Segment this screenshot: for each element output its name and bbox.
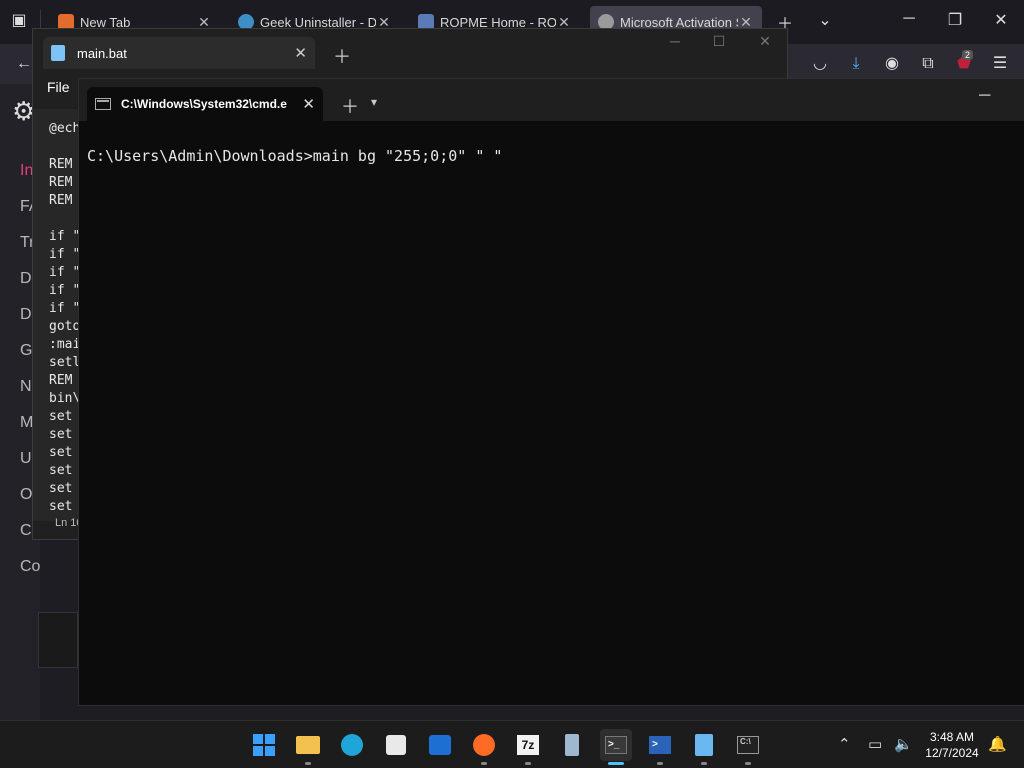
code-line: if " bbox=[49, 301, 81, 316]
code-line: REM bbox=[49, 157, 73, 172]
page-panel bbox=[38, 612, 78, 668]
maximize-icon[interactable]: ☐ bbox=[699, 33, 739, 50]
taskbar-app-edge[interactable] bbox=[336, 729, 368, 761]
code-line: set bbox=[49, 499, 73, 514]
code-line: set bbox=[49, 409, 73, 424]
code-line: @ech bbox=[49, 121, 81, 136]
taskbar-app-recycle-bin[interactable] bbox=[556, 729, 588, 761]
menu-icon[interactable]: ☰ bbox=[988, 52, 1012, 76]
notepad-titlebar: main.bat ✕ ＋ ─ ☐ ✕ bbox=[33, 29, 787, 75]
close-window-icon[interactable]: ✕ bbox=[986, 10, 1016, 30]
extensions-icon[interactable]: ⧉ bbox=[916, 52, 940, 76]
taskbar-app-7zip[interactable]: 7z bbox=[512, 729, 544, 761]
code-line: if " bbox=[49, 247, 81, 262]
terminal-titlebar: C:\Windows\System32\cmd.e ✕ ＋ ▾ ─ bbox=[79, 79, 1024, 121]
network-icon[interactable]: ▭ bbox=[868, 735, 882, 753]
clock[interactable]: 3:48 AM 12/7/2024 bbox=[920, 729, 984, 761]
clock-date: 12/7/2024 bbox=[925, 746, 979, 760]
restore-icon[interactable]: ❐ bbox=[940, 10, 970, 30]
sidebar-item[interactable]: G bbox=[20, 342, 32, 360]
store-icon bbox=[386, 735, 406, 755]
code-line: set bbox=[49, 481, 73, 496]
terminal-tab[interactable]: C:\Windows\System32\cmd.e ✕ bbox=[87, 87, 323, 121]
menu-file[interactable]: File bbox=[47, 79, 70, 95]
tab-overview-icon[interactable]: ▣ bbox=[4, 10, 34, 30]
account-icon[interactable]: ◉ bbox=[880, 52, 904, 76]
recycle-bin-icon bbox=[565, 734, 579, 756]
sidebar-item[interactable]: D bbox=[20, 306, 32, 324]
taskbar-app-store[interactable] bbox=[380, 729, 412, 761]
code-line: :mai bbox=[49, 337, 81, 352]
notepad-tab-title: main.bat bbox=[77, 45, 127, 61]
code-line: if " bbox=[49, 283, 81, 298]
close-icon[interactable]: ✕ bbox=[294, 44, 307, 62]
sidebar-item[interactable]: O bbox=[20, 486, 32, 504]
taskbar-app-file-explorer[interactable] bbox=[292, 729, 324, 761]
close-window-icon[interactable]: ✕ bbox=[745, 33, 785, 50]
chevron-up-icon[interactable]: ⌃ bbox=[838, 735, 851, 753]
minimize-icon[interactable]: ─ bbox=[894, 10, 924, 28]
windows-icon bbox=[253, 734, 275, 756]
taskbar-app-powershell[interactable]: > bbox=[644, 729, 676, 761]
terminal-window: C:\Windows\System32\cmd.e ✕ ＋ ▾ ─ C:\Use… bbox=[78, 78, 1024, 706]
taskbar-app-firefox[interactable] bbox=[468, 729, 500, 761]
notepad-tab[interactable]: main.bat ✕ bbox=[43, 37, 315, 69]
taskbar-app-notepad[interactable] bbox=[688, 729, 720, 761]
7zip-icon: 7z bbox=[517, 735, 539, 755]
code-line: set bbox=[49, 427, 73, 442]
sidebar-item[interactable]: D bbox=[20, 270, 32, 288]
chevron-down-icon[interactable]: ⌄ bbox=[810, 10, 840, 30]
code-line: bin\ bbox=[49, 391, 81, 406]
running-indicator bbox=[701, 762, 707, 765]
new-tab-icon[interactable]: ＋ bbox=[341, 93, 359, 119]
chevron-down-icon[interactable]: ▾ bbox=[371, 95, 377, 109]
code-line: REM bbox=[49, 193, 73, 208]
folder-icon bbox=[296, 736, 320, 754]
running-indicator bbox=[525, 762, 531, 765]
notepad-icon bbox=[51, 45, 65, 61]
outlook-icon bbox=[429, 735, 451, 755]
notification-bell-icon[interactable]: 🔔 bbox=[988, 735, 1007, 753]
running-indicator bbox=[481, 762, 487, 765]
taskbar-app-terminal[interactable]: >_ bbox=[600, 729, 632, 761]
sidebar-item[interactable]: N bbox=[20, 378, 32, 396]
running-indicator-active bbox=[608, 762, 624, 765]
extension-badge: 2 bbox=[962, 50, 974, 60]
minimize-icon[interactable]: ─ bbox=[979, 87, 990, 105]
sidebar-item[interactable]: Co bbox=[20, 558, 40, 576]
terminal-icon: >_ bbox=[605, 736, 627, 754]
clock-time: 3:48 AM bbox=[929, 730, 975, 744]
cmd-icon: C:\ bbox=[737, 736, 759, 754]
code-line: setl bbox=[49, 355, 81, 370]
close-icon[interactable]: ✕ bbox=[302, 95, 315, 113]
code-line: if " bbox=[49, 229, 81, 244]
download-icon[interactable]: ⤓ bbox=[844, 52, 868, 76]
code-line: REM bbox=[49, 373, 73, 388]
code-line: set bbox=[49, 463, 73, 478]
sidebar-item[interactable]: C bbox=[20, 522, 32, 540]
firefox-icon bbox=[473, 734, 495, 756]
sidebar-item[interactable]: U bbox=[20, 450, 32, 468]
taskbar: 7z >_ > C:\ ⌃ ▭ 🔈 3:48 AM 12/7/2024 🔔 bbox=[0, 720, 1024, 768]
powershell-icon: > bbox=[649, 736, 671, 754]
terminal-output[interactable]: C:\Users\Admin\Downloads>main bg "255;0;… bbox=[87, 147, 502, 165]
code-line: goto bbox=[49, 319, 81, 334]
volume-mute-icon[interactable]: 🔈 bbox=[894, 735, 913, 753]
code-line: set bbox=[49, 445, 73, 460]
terminal-tab-title: C:\Windows\System32\cmd.e bbox=[121, 97, 287, 111]
running-indicator bbox=[305, 762, 311, 765]
code-line: REM bbox=[49, 175, 73, 190]
new-tab-icon[interactable]: ＋ bbox=[333, 43, 351, 69]
running-indicator bbox=[657, 762, 663, 765]
taskbar-app-outlook[interactable] bbox=[424, 729, 456, 761]
taskbar-app-cmd[interactable]: C:\ bbox=[732, 729, 764, 761]
minimize-icon[interactable]: ─ bbox=[655, 33, 695, 49]
start-button[interactable] bbox=[248, 729, 280, 761]
notepad-icon bbox=[695, 734, 713, 756]
cmd-icon bbox=[95, 98, 111, 110]
code-line: if " bbox=[49, 265, 81, 280]
edge-icon bbox=[341, 734, 363, 756]
pocket-icon[interactable]: ◡ bbox=[808, 52, 832, 76]
running-indicator bbox=[745, 762, 751, 765]
